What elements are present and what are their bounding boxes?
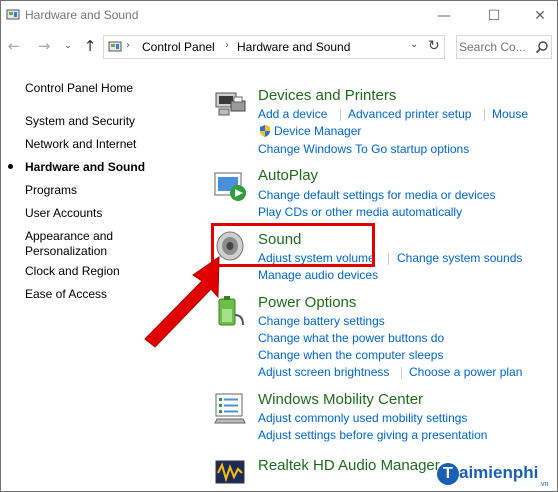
choose-power-plan-link[interactable]: Choose a power plan [409, 365, 522, 379]
link-separator [484, 109, 485, 121]
change-battery-settings-link[interactable]: Change battery settings [258, 314, 385, 328]
address-dropdown-chevron-icon[interactable]: ⌄ [410, 39, 418, 50]
devices-and-printers-title[interactable]: Devices and Printers [258, 87, 396, 104]
refresh-icon[interactable]: ↻ [428, 38, 440, 54]
sidebar-item-clock-and-region[interactable]: Clock and Region [25, 264, 120, 278]
sidebar-item-hardware-and-sound[interactable]: Hardware and Sound [25, 160, 145, 174]
search-input[interactable] [459, 38, 531, 56]
red-arrow-icon [144, 256, 220, 348]
mobility-center-icon[interactable] [213, 391, 247, 425]
close-button[interactable]: ✕ [517, 1, 557, 31]
search-box[interactable] [456, 35, 552, 59]
watermark-logo: T aimienphi .vn [431, 459, 557, 489]
play-cds-automatically-link[interactable]: Play CDs or other media automatically [258, 205, 462, 219]
realtek-hd-audio-manager-title[interactable]: Realtek HD Audio Manager [258, 457, 440, 474]
search-icon[interactable] [535, 40, 549, 54]
breadcrumb-separator-icon[interactable]: › [126, 40, 130, 51]
breadcrumb-separator-icon[interactable]: › [225, 40, 229, 51]
link-separator [340, 109, 341, 121]
title-bar[interactable]: Hardware and Sound — ☐ ✕ [1, 1, 557, 31]
breadcrumb-control-panel[interactable]: Control Panel [142, 40, 215, 54]
address-bar[interactable]: › Control Panel › Hardware and Sound ⌄ ↻ [103, 35, 445, 59]
sidebar-item-system-and-security[interactable]: System and Security [25, 114, 135, 128]
sidebar-item-programs[interactable]: Programs [25, 183, 77, 197]
recent-locations-chevron-icon[interactable]: ⌄ [59, 37, 77, 55]
control-panel-window: Hardware and Sound — ☐ ✕ ← → ⌄ ↑ › Contr… [0, 0, 558, 492]
link-separator [388, 253, 389, 265]
change-power-buttons-link[interactable]: Change what the power buttons do [258, 331, 444, 345]
uac-shield-icon [260, 125, 270, 137]
up-arrow-icon[interactable]: ↑ [81, 37, 99, 55]
adjust-screen-brightness-link[interactable]: Adjust screen brightness [258, 365, 389, 379]
manage-audio-devices-link[interactable]: Manage audio devices [258, 268, 378, 282]
change-system-sounds-link[interactable]: Change system sounds [397, 251, 522, 265]
autoplay-title[interactable]: AutoPlay [258, 167, 318, 184]
maximize-button[interactable]: ☐ [471, 1, 517, 31]
sidebar-item-user-accounts[interactable]: User Accounts [25, 206, 102, 220]
change-default-media-settings-link[interactable]: Change default settings for media or dev… [258, 188, 495, 202]
windows-to-go-startup-link[interactable]: Change Windows To Go startup options [258, 142, 469, 156]
control-panel-icon [108, 41, 122, 52]
adjust-mobility-settings-link[interactable]: Adjust commonly used mobility settings [258, 411, 467, 425]
minimize-button[interactable]: — [421, 1, 467, 31]
advanced-printer-setup-link[interactable]: Advanced printer setup [348, 107, 471, 121]
device-manager-link[interactable]: Device Manager [274, 124, 361, 138]
back-arrow-icon[interactable]: ← [5, 37, 23, 55]
highlight-box [211, 223, 375, 267]
watermark-logo-letter: T [443, 465, 453, 482]
devices-and-printers-icon[interactable] [213, 87, 247, 121]
sidebar-item-ease-of-access[interactable]: Ease of Access [25, 287, 107, 301]
forward-arrow-icon[interactable]: → [35, 37, 53, 55]
realtek-audio-icon[interactable] [213, 455, 247, 489]
adjust-presentation-settings-link[interactable]: Adjust settings before giving a presenta… [258, 428, 487, 442]
main-content: Devices and Printers Add a device Advanc… [201, 61, 557, 491]
navigation-bar: ← → ⌄ ↑ › Control Panel › Hardware and S… [1, 33, 557, 61]
watermark-suffix: .vn [539, 481, 549, 488]
active-bullet-icon [8, 164, 13, 169]
power-options-title[interactable]: Power Options [258, 294, 356, 311]
windows-mobility-center-title[interactable]: Windows Mobility Center [258, 391, 423, 408]
sidebar-item-network-and-internet[interactable]: Network and Internet [25, 137, 136, 151]
link-separator [401, 367, 402, 379]
change-computer-sleeps-link[interactable]: Change when the computer sleeps [258, 348, 443, 362]
mouse-link[interactable]: Mouse [492, 107, 528, 121]
add-a-device-link[interactable]: Add a device [258, 107, 327, 121]
sidebar-item-appearance-and-personalization-line2[interactable]: Personalization [25, 244, 107, 258]
sidebar-item-appearance-and-personalization[interactable]: Appearance and [25, 229, 113, 243]
watermark-brand: aimienphi [459, 463, 539, 482]
breadcrumb-hardware-and-sound[interactable]: Hardware and Sound [237, 40, 350, 54]
sidebar-item-control-panel-home[interactable]: Control Panel Home [25, 81, 133, 95]
autoplay-icon[interactable] [213, 169, 247, 203]
control-panel-icon [6, 9, 20, 20]
window-title: Hardware and Sound [25, 8, 139, 22]
